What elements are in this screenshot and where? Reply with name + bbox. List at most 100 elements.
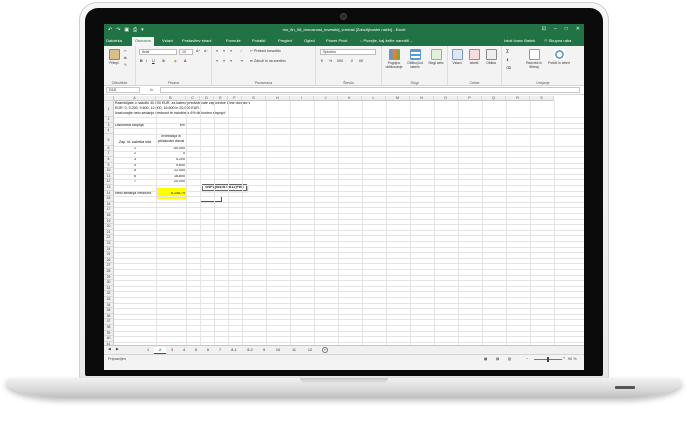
column-header[interactable]: O xyxy=(434,96,458,101)
format-cells-button[interactable]: Oblika xyxy=(483,49,499,65)
insert-cells-button[interactable]: Vstavi xyxy=(449,49,465,65)
sheet-tab[interactable]: 11 xyxy=(286,347,302,354)
conditional-format-button[interactable]: Pogojno oblikovanje xyxy=(384,49,404,69)
orientation-icon[interactable]: ⟋ xyxy=(240,49,243,53)
zoom-out-icon[interactable]: – xyxy=(526,356,528,360)
column-header[interactable]: L xyxy=(362,96,386,101)
row-header[interactable]: 5 xyxy=(104,133,114,146)
column-header[interactable]: P xyxy=(458,96,482,101)
align-top-icon[interactable]: ≡ xyxy=(216,49,218,53)
currency-icon[interactable]: € xyxy=(321,59,323,63)
sheet-tab[interactable]: 6 xyxy=(202,347,214,354)
sheet-tab[interactable]: 12 xyxy=(302,347,318,354)
column-header[interactable]: M xyxy=(386,96,410,101)
share-button[interactable]: ⚇ Skupna raba xyxy=(544,38,571,43)
header-year-number[interactable]: Zap. št. začetka leta xyxy=(115,140,155,145)
tab-file[interactable]: Datoteka xyxy=(106,38,122,43)
sort-filter-button[interactable]: Razvrsti in filtriraj xyxy=(522,49,546,69)
spreadsheet-grid[interactable]: ABCDEFGHIJKLMNOPQRS 1 2 3 4 5 6 7 8 9 10 11 12 13 14 1… xyxy=(104,96,584,345)
tab-home[interactable]: Osnovno xyxy=(132,37,155,46)
paste-button[interactable]: Prilepi xyxy=(106,49,122,65)
close-icon[interactable]: ✕ xyxy=(576,26,580,32)
minimize-icon[interactable]: – xyxy=(554,26,557,32)
italic-icon[interactable]: I xyxy=(146,59,147,63)
task-text-line3[interactable]: Izračunajte neto sedanjo vrednost te nal… xyxy=(115,111,225,116)
tab-formulas[interactable]: Formule xyxy=(226,38,241,43)
tab-view[interactable]: Ogled xyxy=(304,38,315,43)
sheet-tab[interactable]: 8-1 xyxy=(226,347,242,354)
cell-styles-button[interactable]: Slogi celic xyxy=(426,49,446,65)
tell-me-search[interactable]: ◌ Povejte, kaj želite narediti ... xyxy=(360,38,413,43)
user-name[interactable]: Iztok Ivanc Bašek xyxy=(504,38,535,43)
font-color-icon[interactable]: A xyxy=(184,59,187,63)
borders-icon[interactable]: ⊞ xyxy=(162,59,165,63)
sheet-tab[interactable]: 1 xyxy=(142,347,154,354)
page-break-view-icon[interactable]: ▥ xyxy=(508,357,511,361)
font-name-select[interactable]: Arial xyxy=(139,49,177,55)
merge-center-button[interactable]: ⬌ Združi in na sredino xyxy=(250,59,286,63)
column-header[interactable]: H xyxy=(266,96,290,101)
fill-color-icon[interactable]: ◆ xyxy=(174,59,177,63)
tab-page-layout[interactable]: Postavitev strani xyxy=(182,38,211,43)
name-box[interactable]: D15 xyxy=(106,87,140,93)
undo-icon[interactable]: ↶ xyxy=(108,27,112,33)
column-header[interactable]: I xyxy=(290,96,314,101)
sheet-tab[interactable]: 8-2 xyxy=(242,347,258,354)
sheet-tab[interactable]: 7 xyxy=(214,347,226,354)
maximize-icon[interactable]: □ xyxy=(565,26,568,32)
tab-review[interactable]: Pregled xyxy=(278,38,292,43)
ribbon-options-icon[interactable]: ⊡ xyxy=(542,26,546,32)
tab-power-pivot[interactable]: Power Pivot xyxy=(326,38,347,43)
redo-icon[interactable]: ↷ xyxy=(116,27,120,33)
align-right-icon[interactable]: ≡ xyxy=(230,59,232,63)
comma-style-icon[interactable]: 000 xyxy=(337,59,343,63)
sheet-tab[interactable]: 2 xyxy=(154,347,166,354)
fill-icon[interactable]: ⬇ xyxy=(506,58,509,62)
decrease-decimal-icon[interactable]: .00 xyxy=(358,59,363,63)
delete-cells-button[interactable]: Izbriši xyxy=(466,49,482,65)
column-header[interactable]: J xyxy=(314,96,338,101)
autosum-icon[interactable]: Σ xyxy=(506,49,509,55)
align-center-icon[interactable]: ≡ xyxy=(223,59,225,63)
find-select-button[interactable]: Poišči in izberi xyxy=(548,49,570,65)
align-middle-icon[interactable]: ≡ xyxy=(223,49,225,53)
indent-icon[interactable]: ⇥ xyxy=(240,59,243,63)
increase-decimal-icon[interactable]: .0 xyxy=(350,59,353,63)
cut-icon[interactable]: ✂ xyxy=(124,49,127,53)
scroll-prev-sheet-icon[interactable]: ◀ xyxy=(108,347,111,351)
column-header[interactable]: N xyxy=(410,96,434,101)
copy-icon[interactable]: ⧉ xyxy=(124,56,127,60)
column-header[interactable]: Q xyxy=(482,96,506,101)
sheet-tab[interactable]: 10 xyxy=(270,347,286,354)
normal-view-icon[interactable]: ▦ xyxy=(484,357,487,361)
tab-insert[interactable]: Vstavi xyxy=(162,38,173,43)
column-header[interactable]: S xyxy=(530,96,554,101)
qat-menu-icon[interactable]: ▾ xyxy=(141,27,144,33)
font-size-select[interactable]: 10 xyxy=(179,49,193,55)
row-header[interactable]: 1 xyxy=(104,101,114,117)
header-investment-line2[interactable]: pričakovani donosi xyxy=(157,139,185,144)
print-icon[interactable]: ⎙ xyxy=(133,27,137,33)
clear-icon[interactable]: ⌫ xyxy=(506,66,511,70)
sheet-tab[interactable]: 5 xyxy=(190,347,202,354)
bold-icon[interactable]: B xyxy=(140,59,143,63)
sheet-tab[interactable]: 4 xyxy=(178,347,190,354)
percent-icon[interactable]: % xyxy=(329,59,332,63)
underline-icon[interactable]: U xyxy=(152,59,155,63)
align-left-icon[interactable]: ≡ xyxy=(216,59,218,63)
column-header[interactable]: K xyxy=(338,96,362,101)
number-format-select[interactable]: Splošno xyxy=(320,49,376,55)
save-icon[interactable]: ▣ xyxy=(124,27,129,33)
zoom-thumb[interactable] xyxy=(547,357,549,362)
format-painter-icon[interactable]: ✎ xyxy=(124,63,127,67)
grow-font-icon[interactable]: A⁺ xyxy=(196,49,200,53)
zoom-in-icon[interactable]: + xyxy=(563,356,565,360)
format-table-button[interactable]: Oblikuj kot tabelo xyxy=(405,49,425,69)
scroll-next-sheet-icon[interactable]: ▶ xyxy=(116,347,119,351)
wrap-text-button[interactable]: ↵ Prelomi besedilo xyxy=(250,49,281,53)
sheet-tab[interactable]: 9 xyxy=(258,347,270,354)
shrink-font-icon[interactable]: A⁻ xyxy=(204,49,208,53)
fx-icon[interactable]: fx xyxy=(150,87,153,92)
formula-input[interactable] xyxy=(160,87,580,93)
column-header[interactable]: R xyxy=(506,96,530,101)
